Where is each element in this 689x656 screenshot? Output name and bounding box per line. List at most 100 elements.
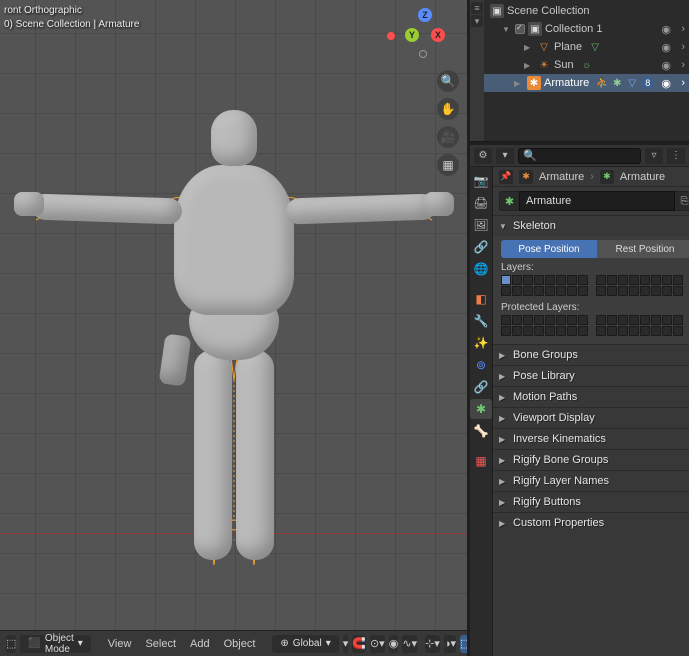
panel-header[interactable]: ▶Viewport Display (493, 408, 689, 428)
layer-button[interactable] (618, 315, 628, 325)
panel-header[interactable]: ▶Custom Properties (493, 513, 689, 533)
layer-button[interactable] (651, 315, 661, 325)
layer-button[interactable] (629, 315, 639, 325)
options-icon[interactable]: ⋮ (667, 148, 685, 164)
proportional-falloff-icon[interactable]: ∿▾ (402, 635, 417, 653)
pin-icon[interactable]: 📌 (499, 170, 513, 184)
disclosure-triangle-icon[interactable]: ▼ (502, 25, 512, 34)
editor-type-icon[interactable]: ⬚ (6, 635, 16, 653)
layer-button[interactable] (567, 275, 577, 285)
disclosure-triangle-icon[interactable]: ▶ (524, 61, 534, 70)
outliner-scene-collection[interactable]: ▣ Scene Collection (484, 2, 689, 20)
tab-armature-data[interactable]: ✱ (470, 399, 492, 419)
layer-button[interactable] (673, 326, 683, 336)
menu-object[interactable]: Object (219, 638, 261, 650)
layer-button[interactable] (640, 315, 650, 325)
snap-dropdown[interactable]: ▾ (343, 635, 349, 653)
layer-button[interactable] (512, 326, 522, 336)
layer-button[interactable] (640, 286, 650, 296)
layer-button[interactable] (534, 275, 544, 285)
layer-button[interactable] (596, 315, 606, 325)
panel-header[interactable]: ▶Rigify Buttons (493, 492, 689, 512)
layer-button[interactable] (556, 315, 566, 325)
layer-button[interactable] (534, 326, 544, 336)
layer-button[interactable] (545, 326, 555, 336)
datablock-name-input[interactable] (519, 191, 675, 211)
gizmo-axis-y[interactable]: Y (405, 28, 419, 42)
layer-button[interactable] (651, 326, 661, 336)
layer-button[interactable] (556, 275, 566, 285)
tab-output[interactable]: 🖨 (470, 193, 492, 213)
layer-button[interactable] (607, 326, 617, 336)
layer-button[interactable] (640, 275, 650, 285)
overlays-toggle-icon[interactable]: ◑▾ (444, 635, 456, 653)
restrict-icon[interactable]: › (681, 23, 685, 35)
menu-add[interactable]: Add (185, 638, 215, 650)
proportional-edit-icon[interactable]: ◉ (389, 635, 399, 653)
layer-button[interactable] (596, 286, 606, 296)
layer-button[interactable] (673, 275, 683, 285)
mode-dropdown[interactable]: ⬛ Object Mode ▾ (20, 635, 90, 653)
disclosure-triangle-icon[interactable]: ▶ (514, 79, 524, 88)
layer-button[interactable] (662, 326, 672, 336)
layer-button[interactable] (501, 275, 511, 285)
disclosure-triangle-icon[interactable]: ▶ (524, 43, 534, 52)
outliner-collection[interactable]: ▼ ▣ Collection 1 ◉ › (484, 20, 689, 38)
outliner-item-sun[interactable]: ▶ ☀ Sun ☼ ◉ › (484, 56, 689, 74)
layer-button[interactable] (607, 275, 617, 285)
new-datablock-icon[interactable]: ⎘ (675, 191, 689, 211)
tab-viewlayer[interactable]: 🖼 (470, 215, 492, 235)
layer-button[interactable] (578, 286, 588, 296)
navigation-gizmo[interactable]: Z Y X (397, 8, 453, 64)
tab-object[interactable]: ◧ (470, 289, 492, 309)
layer-button[interactable] (512, 275, 522, 285)
layer-button[interactable] (629, 286, 639, 296)
tab-render[interactable]: 📷 (470, 171, 492, 191)
layer-button[interactable] (662, 275, 672, 285)
viewport-3d[interactable]: ront Orthographic 0) Scene Collection | … (0, 0, 467, 656)
tab-modifier[interactable]: 🔧 (470, 311, 492, 331)
layer-button[interactable] (618, 286, 628, 296)
chevron-down-icon[interactable]: ▾ (471, 15, 483, 27)
layer-button[interactable] (607, 315, 617, 325)
tab-particles[interactable]: ✨ (470, 333, 492, 353)
snap-target-icon[interactable]: ⊙▾ (370, 635, 385, 653)
layer-button[interactable] (512, 286, 522, 296)
layer-button[interactable] (534, 286, 544, 296)
layer-button[interactable] (673, 315, 683, 325)
snap-magnet-icon[interactable]: 🧲 (352, 635, 366, 653)
layer-button[interactable] (545, 315, 555, 325)
pose-position-button[interactable]: Pose Position (501, 240, 597, 258)
layer-button[interactable] (651, 275, 661, 285)
layer-button[interactable] (523, 326, 533, 336)
layer-button[interactable] (523, 275, 533, 285)
layer-button[interactable] (662, 315, 672, 325)
layer-button[interactable] (651, 286, 661, 296)
panel-header[interactable]: ▶Pose Library (493, 366, 689, 386)
pan-icon[interactable]: ✋ (437, 98, 459, 120)
eye-icon[interactable]: ◉ (661, 23, 671, 36)
layer-button[interactable] (567, 315, 577, 325)
menu-select[interactable]: Select (140, 638, 181, 650)
eye-icon[interactable]: ◉ (661, 59, 671, 72)
layer-button[interactable] (596, 326, 606, 336)
layer-button[interactable] (501, 326, 511, 336)
layer-button[interactable] (578, 275, 588, 285)
properties-search[interactable]: 🔍 (518, 148, 641, 164)
layer-button[interactable] (607, 286, 617, 296)
editor-type-icon[interactable]: ⚙ (474, 148, 492, 164)
layer-button[interactable] (640, 326, 650, 336)
layer-button[interactable] (596, 275, 606, 285)
layer-button[interactable] (578, 326, 588, 336)
layer-button[interactable] (534, 315, 544, 325)
eye-icon[interactable]: ◉ (661, 77, 671, 90)
collection-checkbox[interactable] (515, 24, 525, 34)
tab-material[interactable]: ▦ (470, 451, 492, 471)
layer-button[interactable] (556, 326, 566, 336)
camera-icon[interactable]: 🎥 (437, 126, 459, 148)
restrict-icon[interactable]: › (681, 41, 685, 53)
panel-header-skeleton[interactable]: ▼ Skeleton (493, 216, 689, 236)
layer-button[interactable] (629, 326, 639, 336)
layer-button[interactable] (545, 286, 555, 296)
tab-scene[interactable]: 🔗 (470, 237, 492, 257)
